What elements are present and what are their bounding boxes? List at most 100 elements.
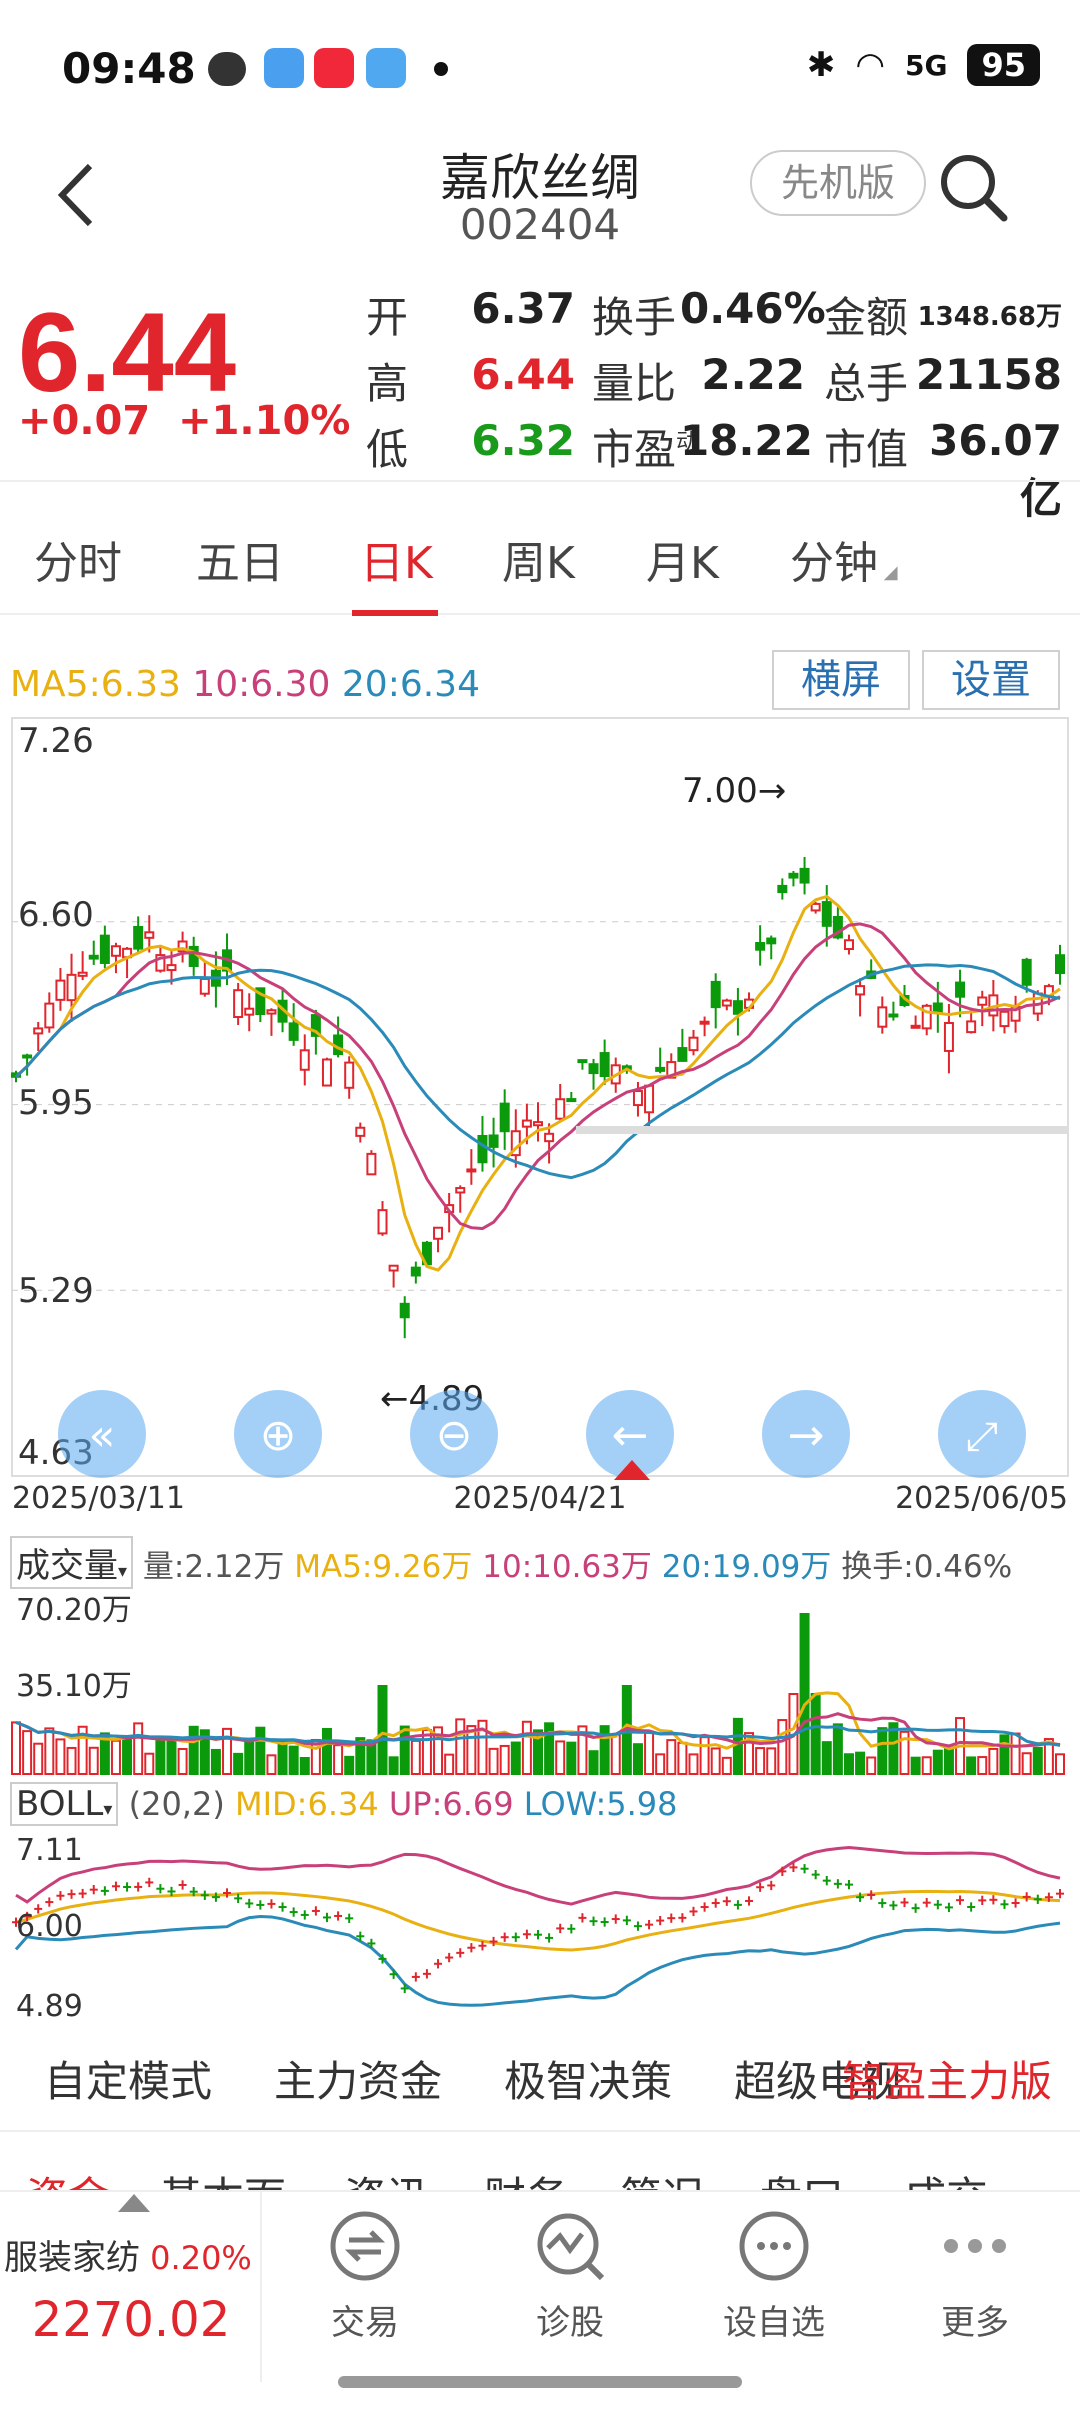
boll-selector[interactable]: BOLL▾ [10,1782,119,1826]
tab-five-day[interactable]: 五日 [196,527,284,591]
candle-body [710,980,721,1009]
volume-bar [499,1744,510,1775]
bottom-bar: 服装家纺 0.20% 2270.02 交易 诊股 设自选 更多 [0,2190,1080,2412]
candle-body [344,1061,355,1089]
boll-ohlc [12,1862,1064,1994]
low-label: 低 [366,425,409,474]
y-tick: 7.26 [18,721,94,761]
boll-legend: BOLL▾ (20,2) MID:6.34 UP:6.69 LOW:5.98 [10,1782,677,1826]
amount-value: 1348.68万 [917,302,1062,332]
volume-bar [210,1748,221,1776]
status-time: 09:48 [62,44,196,93]
volume-bar [999,1734,1010,1776]
volume-ratio-value: 2.22 [701,350,805,399]
chart-frame [11,717,1069,1477]
volume-bar [632,1743,643,1775]
candle-body [999,1010,1010,1028]
volume-bar [110,1739,121,1775]
candle-body [732,1000,743,1015]
volume-bar [122,1738,133,1775]
func-custom-mode[interactable]: 自定模式 [44,2048,212,2109]
candle-body [644,1084,655,1114]
divider [0,2130,1080,2132]
dropdown-icon: ▾ [118,1561,128,1582]
func-zhiying-badge[interactable]: 智盈主力版 [842,2048,1052,2109]
stock-header: 嘉欣丝绸 002404 先机版 [0,130,1080,260]
weather-icon [366,48,406,88]
volume-bar [333,1744,344,1776]
mode-button[interactable]: 先机版 [750,150,926,216]
volume-chart[interactable]: 70.20万 35.10万 [0,1584,1080,1780]
y-tick: 6.60 [18,895,94,935]
candle-body [877,1006,888,1028]
chart-grid [12,921,1068,1291]
diagnose-button[interactable]: 诊股 [505,2192,635,2382]
more-button[interactable]: 更多 [910,2192,1040,2382]
volume-bar [66,1746,77,1776]
volume-y-tick: 35.10万 [16,1669,132,1704]
candle-body [33,1027,44,1035]
x-tick: 2025/06/05 [895,1481,1068,1516]
volume-bar [177,1748,188,1776]
trade-button[interactable]: 交易 [300,2192,430,2382]
home-indicator [338,2376,742,2388]
volume-bar [344,1755,355,1775]
candle-body [599,1052,610,1077]
tab-daily-k[interactable]: 日K [360,527,433,591]
volume-bar [1055,1753,1065,1776]
boll-bands [14,1846,1061,2007]
candle-body [777,884,788,894]
add-watchlist-button[interactable]: 设自选 [704,2192,844,2382]
volume-bar [277,1741,288,1776]
more-circle-icon [739,2211,809,2281]
total-hands-value: 21158 [915,350,1062,399]
ellipsis-icon [944,2239,1006,2253]
candle-body [688,1036,699,1052]
volume-bar [544,1722,555,1776]
volume-bar [677,1741,688,1775]
battery-icon: 95 [967,44,1040,86]
expand-icon: ⤢ [966,1414,998,1460]
candle-body [166,964,177,972]
volume-bar [399,1725,410,1775]
func-decision[interactable]: 极智决策 [504,2048,672,2109]
tab-monthly-k[interactable]: 月K [646,527,719,591]
volume-bar [410,1739,421,1775]
volume-bar [777,1719,788,1775]
volume-bar [932,1749,943,1775]
candle-body [455,1187,466,1194]
diagnose-icon [537,2213,605,2281]
func-main-funds[interactable]: 主力资金 [274,2048,442,2109]
volume-bar [588,1750,599,1775]
tab-minute[interactable]: 分钟 ◢ [790,527,898,591]
volume-bar [1032,1746,1043,1776]
volume-bar [488,1747,499,1775]
zoom-in-icon: ⊕ [260,1410,297,1461]
volume-bar [33,1742,44,1775]
volume-bar [388,1756,399,1775]
volume-selector[interactable]: 成交量▾ [10,1536,134,1589]
tab-weekly-k[interactable]: 周K [502,527,575,591]
candle-body [766,937,777,945]
tab-intraday[interactable]: 分时 [34,527,122,591]
kline-chart[interactable]: 7.26 6.60 5.95 5.29 4.63 7.00→ ←4.89 « ⊕… [0,716,1080,1516]
sector-index[interactable]: 服装家纺 0.20% 2270.02 [0,2192,262,2382]
volume-bar [22,1730,33,1776]
boll-chart[interactable]: 7.11 6.00 4.89 [0,1826,1080,2026]
candle-body [977,996,988,1006]
active-tab-indicator [352,610,438,616]
candle-body [966,1020,977,1034]
search-icon[interactable] [934,148,1014,228]
volume-bar [566,1741,577,1776]
candle-body [821,901,832,927]
chart-controls: « ⊕ ⊖ ← → ⤢ [58,1390,1026,1478]
candle-body [533,1121,543,1127]
candle-body [788,872,799,879]
candle-body [66,973,77,1002]
signal-icon: 5G [905,48,948,82]
landscape-button[interactable]: 横屏 [772,650,910,710]
candle-body [44,1002,55,1029]
double-chevron-left-icon: « [89,1410,116,1461]
volume-bar [866,1756,877,1775]
settings-button[interactable]: 设置 [922,650,1060,710]
